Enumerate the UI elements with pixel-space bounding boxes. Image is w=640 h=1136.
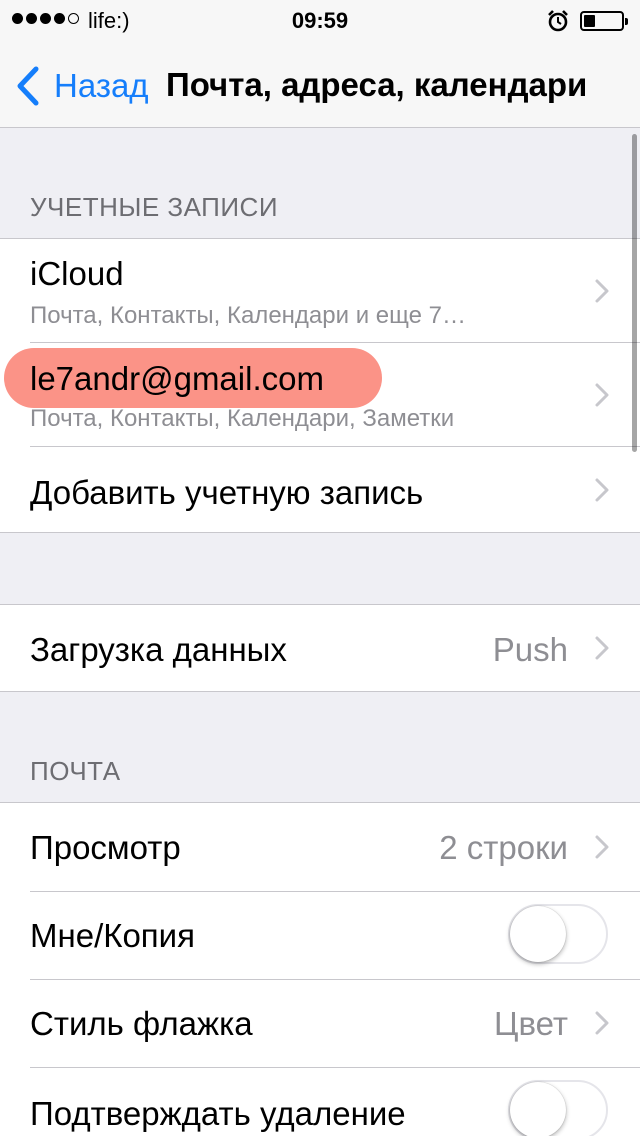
fetch-value: Push: [492, 631, 568, 668]
add-account-row[interactable]: Добавить учетную запись: [0, 446, 640, 532]
battery-icon: [580, 11, 628, 31]
back-button-label: Назад: [54, 67, 149, 104]
account-row-icloud[interactable]: iCloud Почта, Контакты, Календари и еще …: [0, 239, 640, 342]
chevron-right-icon: [595, 1011, 609, 1035]
fetch-label: Загрузка данных: [30, 631, 287, 668]
scrollbar[interactable]: [632, 134, 637, 452]
fetch-new-data-row[interactable]: Загрузка данных Push: [0, 605, 640, 691]
show-to-cc-label: Мне/Копия: [30, 917, 195, 954]
preview-row[interactable]: Просмотр 2 строки: [0, 803, 640, 891]
status-bar: life:) 09:59: [0, 0, 640, 40]
fetch-group: Загрузка данных Push: [0, 604, 640, 692]
chevron-right-icon: [595, 835, 609, 859]
page-title: Почта, адреса, календари: [166, 66, 588, 103]
status-time: 09:59: [291, 8, 349, 33]
chevron-right-icon: [595, 279, 609, 303]
chevron-right-icon: [595, 383, 609, 407]
account-title: le7andr@gmail.com: [30, 360, 324, 397]
account-row-gmail[interactable]: le7andr@gmail.com Почта, Контакты, Кален…: [0, 342, 640, 446]
chevron-left-icon: [17, 66, 39, 106]
show-to-cc-toggle[interactable]: [508, 904, 608, 964]
mail-group: Просмотр 2 строки Мне/Копия Стиль флажка…: [0, 802, 640, 1136]
ask-before-deleting-label: Подтверждать удаление: [30, 1095, 406, 1132]
preview-label: Просмотр: [30, 829, 181, 866]
ask-before-deleting-row: Подтверждать удаление: [0, 1067, 640, 1136]
navigation-bar: Назад Почта, адреса, календари: [0, 40, 640, 128]
chevron-right-icon: [595, 478, 609, 502]
ask-before-deleting-toggle[interactable]: [508, 1080, 608, 1136]
back-button[interactable]: Назад: [16, 64, 149, 108]
chevron-right-icon: [595, 636, 609, 660]
accounts-group: iCloud Почта, Контакты, Календари и еще …: [0, 238, 640, 533]
alarm-clock-icon: [546, 9, 570, 38]
show-to-cc-row: Мне/Копия: [0, 891, 640, 979]
section-header-accounts: УЧЕТНЫЕ ЗАПИСИ: [30, 192, 279, 222]
flag-style-label: Стиль флажка: [30, 1005, 253, 1042]
preview-value: 2 строки: [439, 829, 568, 866]
account-subtitle: Почта, Контакты, Календари и еще 7…: [30, 302, 466, 329]
flag-style-value: Цвет: [494, 1005, 568, 1042]
account-subtitle: Почта, Контакты, Календари, Заметки: [30, 405, 455, 432]
flag-style-row[interactable]: Стиль флажка Цвет: [0, 979, 640, 1067]
add-account-label: Добавить учетную запись: [30, 474, 424, 511]
section-header-mail: ПОЧТА: [30, 756, 121, 786]
account-title: iCloud: [30, 255, 124, 292]
